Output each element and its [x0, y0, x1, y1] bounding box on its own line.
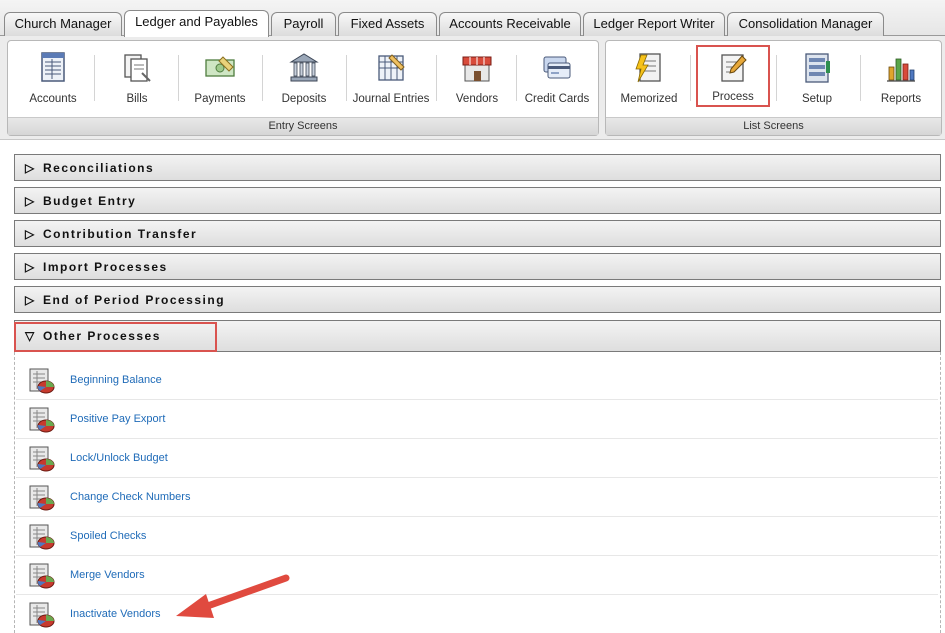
separator: [178, 55, 179, 101]
tab-payroll[interactable]: Payroll: [271, 12, 336, 36]
section-reconciliations[interactable]: ▷ Reconciliations: [14, 154, 941, 181]
process-report-icon: [29, 407, 55, 433]
section-title: Budget Entry: [43, 194, 137, 208]
separator: [776, 55, 777, 101]
separator: [94, 55, 95, 101]
section-title: Import Processes: [43, 260, 168, 274]
beginning-balance-link[interactable]: Beginning Balance: [70, 374, 162, 386]
module-tab-bar: Church Manager Ledger and Payables Payro…: [0, 0, 945, 37]
expand-triangle-icon: ▷: [25, 194, 35, 208]
section-title: Contribution Transfer: [43, 227, 198, 241]
change-check-numbers-link[interactable]: Change Check Numbers: [70, 491, 190, 503]
list-item-lock-unlock-budget[interactable]: Lock/Unlock Budget: [16, 439, 938, 478]
entry-screens-group: Accounts Bills Payments Deposits Journal…: [7, 40, 599, 136]
positive-pay-export-link[interactable]: Positive Pay Export: [70, 413, 165, 425]
process-icon: [721, 54, 747, 82]
memorized-label: Memorized: [620, 93, 678, 105]
tab-fixed-assets[interactable]: Fixed Assets: [338, 12, 437, 36]
process-label: Process: [712, 91, 754, 103]
reports-chart-icon: [887, 58, 915, 82]
entry-screens-caption: Entry Screens: [8, 117, 598, 135]
section-budget-entry[interactable]: ▷ Budget Entry: [14, 187, 941, 214]
separator: [346, 55, 347, 101]
section-title: Reconciliations: [43, 161, 155, 175]
bills-label: Bills: [126, 93, 148, 105]
accounts-icon: [41, 52, 65, 82]
spoiled-checks-link[interactable]: Spoiled Checks: [70, 530, 146, 542]
list-item-positive-pay-export[interactable]: Positive Pay Export: [16, 400, 938, 439]
journal-entries-label: Journal Entries: [352, 93, 430, 105]
tab-consolidation-manager[interactable]: Consolidation Manager: [727, 12, 884, 36]
credit-card-icon: [543, 56, 571, 79]
expand-triangle-icon: ▷: [25, 161, 35, 175]
bills-icon: [124, 54, 151, 82]
bills-button[interactable]: Bills: [100, 45, 174, 113]
separator: [436, 55, 437, 101]
setup-icon: [805, 53, 830, 83]
journal-icon: [378, 54, 405, 81]
merge-vendors-link[interactable]: Merge Vendors: [70, 569, 145, 581]
section-contribution-transfer[interactable]: ▷ Contribution Transfer: [14, 220, 941, 247]
separator: [516, 55, 517, 101]
payments-icon: [205, 56, 235, 77]
list-screens-caption: List Screens: [606, 117, 941, 135]
tab-church-manager[interactable]: Church Manager: [4, 12, 122, 36]
tab-ledger-and-payables[interactable]: Ledger and Payables: [124, 10, 269, 37]
other-processes-highlight: [14, 322, 217, 352]
payments-button[interactable]: Payments: [182, 45, 258, 113]
accounts-button[interactable]: Accounts: [16, 45, 90, 113]
separator: [262, 55, 263, 101]
process-report-icon: [29, 524, 55, 550]
tab-accounts-receivable[interactable]: Accounts Receivable: [439, 12, 581, 36]
setup-label: Setup: [801, 93, 833, 105]
process-report-icon: [29, 446, 55, 472]
lock-unlock-budget-link[interactable]: Lock/Unlock Budget: [70, 452, 168, 464]
journal-entries-button[interactable]: Journal Entries: [348, 45, 434, 113]
store-icon: [462, 56, 492, 82]
expand-triangle-icon: ▷: [25, 227, 35, 241]
reports-button[interactable]: Reports: [864, 45, 938, 113]
list-item-change-check-numbers[interactable]: Change Check Numbers: [16, 478, 938, 517]
reports-label: Reports: [880, 93, 922, 105]
expand-triangle-icon: ▷: [25, 260, 35, 274]
process-report-icon: [29, 485, 55, 511]
list-item-spoiled-checks[interactable]: Spoiled Checks: [16, 517, 938, 556]
list-item-inactivate-vendors[interactable]: Inactivate Vendors: [16, 595, 938, 633]
list-screens-group: Memorized Process Setup Reports List Scr…: [605, 40, 942, 136]
accounts-label: Accounts: [29, 93, 77, 105]
process-report-icon: [29, 602, 55, 628]
process-button[interactable]: Process: [696, 45, 770, 107]
deposits-label: Deposits: [281, 93, 327, 105]
section-end-of-period-processing[interactable]: ▷ End of Period Processing: [14, 286, 941, 313]
list-item-merge-vendors[interactable]: Merge Vendors: [16, 556, 938, 595]
process-report-icon: [29, 368, 55, 394]
list-item-beginning-balance[interactable]: Beginning Balance: [16, 361, 938, 400]
bank-icon: [289, 53, 319, 82]
vendors-label: Vendors: [455, 93, 499, 105]
payments-label: Payments: [194, 93, 246, 105]
section-title: End of Period Processing: [43, 293, 226, 307]
ribbon-toolbar: Accounts Bills Payments Deposits Journal…: [0, 36, 945, 140]
section-import-processes[interactable]: ▷ Import Processes: [14, 253, 941, 280]
setup-button[interactable]: Setup: [780, 45, 854, 113]
expand-triangle-icon: ▷: [25, 293, 35, 307]
separator: [860, 55, 861, 101]
tab-ledger-report-writer[interactable]: Ledger Report Writer: [583, 12, 725, 36]
credit-cards-button[interactable]: Credit Cards: [520, 45, 594, 113]
credit-cards-label: Credit Cards: [524, 93, 590, 105]
memorized-icon: [635, 53, 661, 83]
inactivate-vendors-link[interactable]: Inactivate Vendors: [70, 608, 161, 620]
annotation-arrow-icon: [176, 574, 290, 618]
separator: [690, 55, 691, 101]
vendors-button[interactable]: Vendors: [440, 45, 514, 113]
deposits-button[interactable]: Deposits: [266, 45, 342, 113]
process-report-icon: [29, 563, 55, 589]
memorized-button[interactable]: Memorized: [612, 45, 686, 113]
